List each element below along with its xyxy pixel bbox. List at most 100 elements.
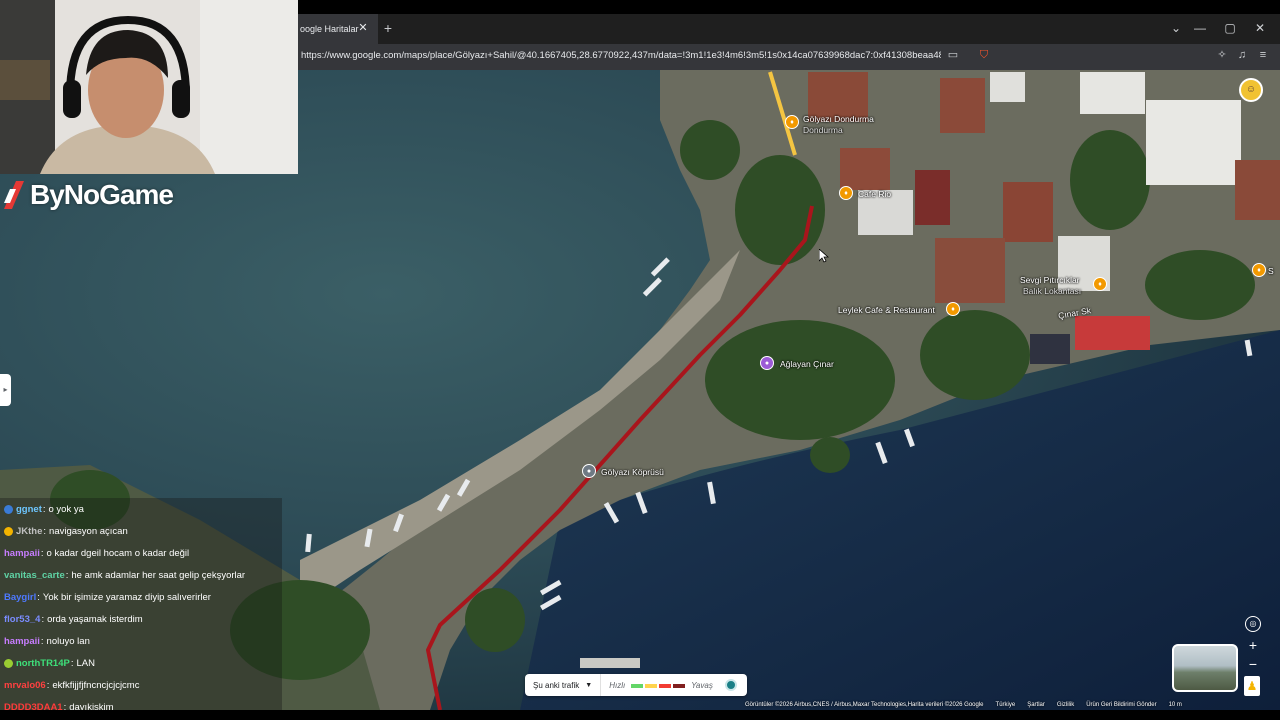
pegman-icon[interactable]: ♟: [1244, 676, 1260, 696]
chat-message: hampaii: o kadar dgeil hocam o kadar deği…: [0, 542, 282, 564]
chat-username[interactable]: JKthe: [16, 526, 42, 537]
cast-icon[interactable]: ▭: [945, 47, 961, 63]
chat-separator: :: [40, 547, 44, 559]
chat-text: he amk adamlar her saat gelip çekşyorlar: [71, 569, 246, 581]
traffic-slow-label: Yavaş: [691, 680, 713, 690]
bynogame-logo-icon: [4, 181, 24, 209]
chat-separator: :: [41, 613, 45, 625]
chat-message: vanitas_carte: he amk adamlar her saat ge…: [0, 564, 282, 586]
privacy-link[interactable]: Gizlilik: [1057, 702, 1074, 708]
restaurant-pin-icon[interactable]: ♦: [946, 302, 960, 316]
chat-username[interactable]: Baygirl: [4, 592, 36, 603]
scale-bar[interactable]: 10 m: [1169, 702, 1182, 708]
tab-title: oogle Haritalar: [300, 24, 359, 34]
legend-bar: [631, 683, 644, 688]
chat-username[interactable]: flor53_4: [4, 614, 40, 625]
country-link[interactable]: Türkiye: [996, 702, 1016, 708]
chat-username[interactable]: hampaii: [4, 548, 40, 559]
chat-text: Yok bir işimize yaramaz diyip salıverirl…: [42, 591, 211, 603]
url-field[interactable]: https://www.google.com/maps/place/Gölyaz…: [301, 48, 941, 64]
new-tab-button[interactable]: +: [380, 19, 396, 37]
chat-text: noluyo lan: [46, 635, 90, 647]
traffic-mode-label: Şu anki trafik: [533, 680, 580, 690]
close-window-button[interactable]: ✕: [1248, 17, 1272, 39]
chat-message: hampaii: noluyo lan: [0, 630, 282, 652]
traffic-layer-toggle[interactable]: [724, 679, 737, 691]
logo-text: ByNoGame: [30, 179, 174, 210]
chat-message: Baygirl: Yok bir işimize yaramaz diyip sa…: [0, 586, 282, 608]
place-label-sevgi-pitirciklar[interactable]: Sevgi Pıtırcıklar: [1020, 275, 1080, 285]
restaurant-pin-icon[interactable]: ♦: [785, 115, 799, 129]
side-panel-expand-icon[interactable]: ▸: [0, 374, 11, 406]
traffic-mode-select[interactable]: Şu anki trafik ▼: [525, 674, 602, 696]
extensions-icon[interactable]: ✧: [1214, 47, 1230, 63]
restaurant-pin-icon[interactable]: ♦: [1093, 277, 1107, 291]
maximize-button[interactable]: ▢: [1218, 17, 1242, 39]
place-sublabel-sevgi-pitirciklar: Balık Lokantası: [1023, 286, 1082, 296]
chat-text: LAN: [76, 657, 95, 669]
stream-chat: ggnet: o yok ya JKthe: navigasyon açıcan ham…: [0, 498, 282, 718]
chat-username[interactable]: mrvalo06: [4, 680, 46, 691]
legend-bar: [673, 683, 686, 688]
zoom-in-button[interactable]: +: [1243, 636, 1263, 654]
restaurant-pin-icon[interactable]: ♦: [1252, 263, 1266, 277]
bridge-pin-icon[interactable]: ●: [582, 464, 596, 478]
chevron-down-icon: ▼: [585, 681, 593, 689]
traffic-fast-label: Hızlı: [609, 680, 626, 690]
restaurant-pin-icon[interactable]: ♦: [839, 186, 853, 200]
chat-username[interactable]: hampaii: [4, 636, 40, 647]
tab-close-icon[interactable]: ✕: [356, 20, 370, 36]
imagery-credit: Görüntüler ©2026 Airbus,CNES / Airbus,Ma…: [745, 702, 984, 708]
chat-separator: :: [65, 569, 69, 581]
my-location-icon[interactable]: ◎: [1245, 616, 1261, 632]
street-view-thumbnail[interactable]: [1172, 644, 1238, 692]
place-sublabel-golyazi-dondurma: Dondurma: [803, 125, 843, 135]
mouse-cursor-icon: [819, 249, 829, 263]
tabs-menu-icon[interactable]: ⌄: [1164, 17, 1188, 39]
media-icon[interactable]: ♫: [1234, 47, 1250, 63]
zoom-out-button[interactable]: −: [1243, 655, 1263, 673]
terms-link[interactable]: Şartlar: [1027, 702, 1045, 708]
chat-separator: :: [40, 635, 44, 647]
chat-message: ggnet: o yok ya: [0, 498, 282, 520]
chat-separator: :: [42, 503, 46, 515]
chat-message: mrvalo06: ekfkfijjfjfncncjcjcjcmc: [0, 674, 282, 696]
chat-badge-icon: [4, 526, 13, 536]
chat-message: northTR14P: LAN: [0, 652, 282, 674]
traffic-control: Şu anki trafik ▼ Hızlı Yavaş: [525, 674, 747, 696]
chat-username[interactable]: vanitas_carte: [4, 570, 65, 581]
map-attribution: Görüntüler ©2026 Airbus,CNES / Airbus,Ma…: [745, 700, 1280, 710]
channel-logo: ByNoGame: [2, 176, 182, 214]
brave-shield-icon[interactable]: ⛉: [976, 47, 992, 63]
chat-message: JKthe: navigasyon açıcan: [0, 520, 282, 542]
place-label-edge: S: [1268, 266, 1274, 276]
chat-username[interactable]: northTR14P: [16, 658, 70, 669]
menu-icon[interactable]: ≡: [1255, 47, 1271, 63]
chat-text: navigasyon açıcan: [49, 525, 128, 537]
chat-username[interactable]: ggnet: [16, 504, 42, 515]
feedback-link[interactable]: Ürün Geri Bildirimi Gönder: [1086, 702, 1156, 708]
place-label-aglayan-cinar[interactable]: Ağlayan Çınar: [780, 359, 834, 369]
traffic-legend: Hızlı Yavaş: [601, 681, 713, 690]
place-label-golyazi-koprusu[interactable]: Gölyazı Köprüsü: [601, 467, 664, 477]
chat-badge-icon: [4, 658, 13, 668]
chat-separator: :: [46, 679, 50, 691]
chat-separator: :: [37, 591, 40, 603]
bottom-bar: [0, 710, 1280, 720]
place-label-cafe-rio[interactable]: Cafe Rio: [858, 189, 891, 199]
chat-text: ekfkfijjfjfncncjcjcjcmc: [52, 679, 140, 691]
place-label-golyazi-dondurma[interactable]: Gölyazı Dondurma: [803, 114, 874, 124]
legend-bar: [659, 683, 672, 688]
chat-text: orda yaşamak isterdim: [47, 613, 143, 625]
screen: ♦ Gölyazı Dondurma Dondurma ♦ Cafe Rio ♦…: [0, 0, 1280, 720]
landmark-pin-icon[interactable]: ●: [760, 356, 774, 370]
minimize-button[interactable]: —: [1188, 17, 1212, 39]
chat-text: o yok ya: [48, 503, 84, 515]
account-avatar[interactable]: ☺: [1239, 78, 1263, 102]
traffic-color-scale: [630, 681, 686, 690]
legend-bar: [645, 683, 658, 688]
chat-badge-icon: [4, 504, 13, 514]
place-label-leylek-cafe[interactable]: Leylek Cafe & Restaurant: [838, 305, 935, 315]
tab-strip: oogle Haritalar: [298, 14, 1280, 44]
webcam-overlay: [0, 0, 298, 174]
